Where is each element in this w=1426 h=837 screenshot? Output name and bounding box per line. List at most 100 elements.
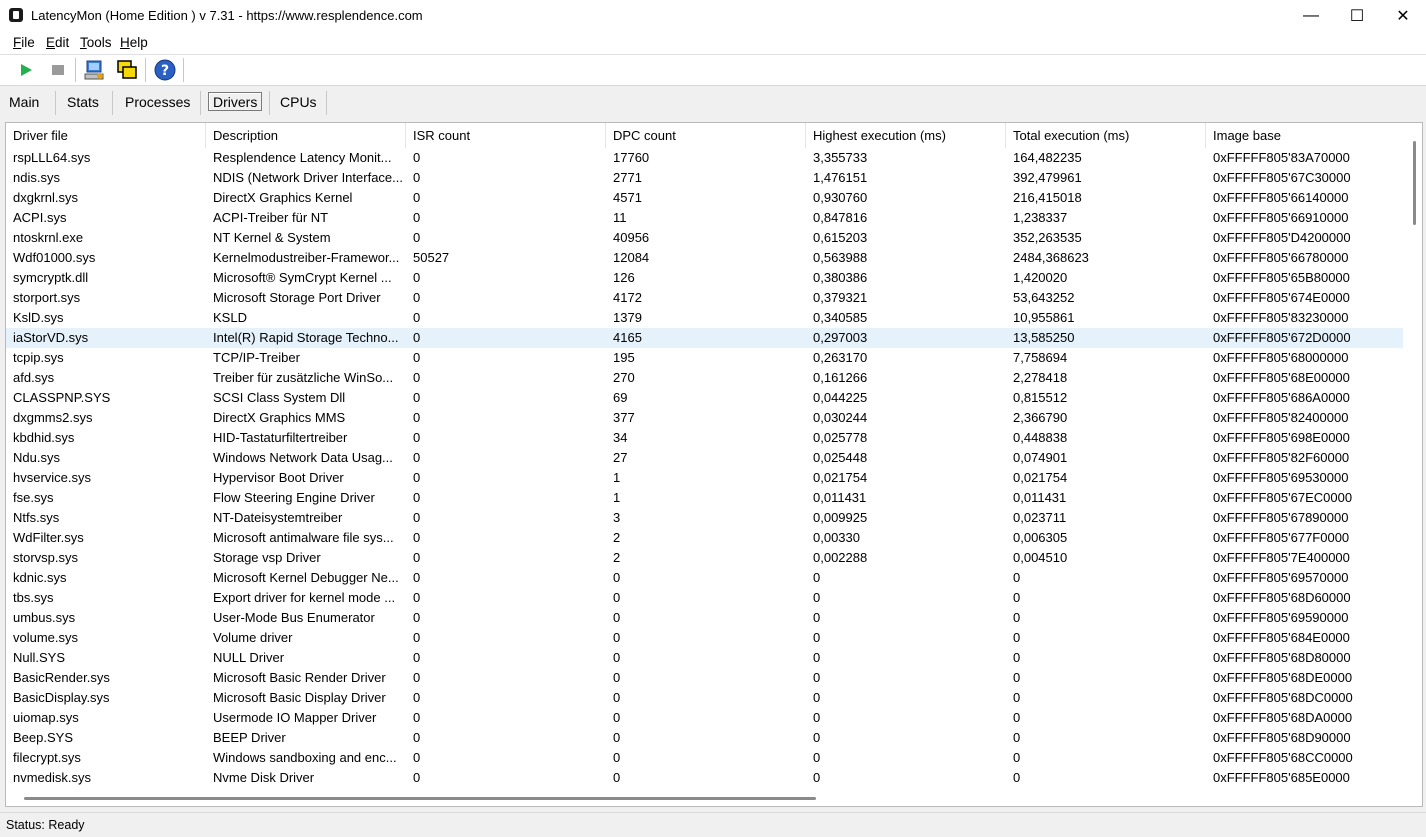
column-header-isr-count[interactable]: ISR count bbox=[406, 123, 606, 148]
close-button[interactable]: ✕ bbox=[1380, 0, 1426, 32]
vertical-scroll-thumb[interactable] bbox=[1413, 141, 1416, 225]
table-row[interactable]: storport.sys Microsoft Storage Port Drive… bbox=[6, 288, 1403, 308]
menu-bar: File Edit Tools Help bbox=[0, 32, 1426, 55]
table-row[interactable]: Ntfs.sys NT-Dateisystemtreiber 0 3 0,009925 0… bbox=[6, 508, 1403, 528]
stop-icon[interactable] bbox=[46, 58, 70, 82]
table-row[interactable]: BasicDisplay.sys Microsoft Basic Display … bbox=[6, 688, 1403, 708]
window-title: LatencyMon (Home Edition ) v 7.31 - http… bbox=[31, 8, 423, 23]
cell-image-base: 0xFFFFF805'7E400000 bbox=[1213, 550, 1350, 565]
cell-image-base: 0xFFFFF805'68D80000 bbox=[1213, 650, 1351, 665]
cell-description: Export driver for kernel mode ... bbox=[213, 590, 396, 605]
cell-total-execution: 1,238337 bbox=[1013, 210, 1068, 225]
cell-isr-count: 0 bbox=[413, 370, 421, 385]
cell-highest-execution: 1,476151 bbox=[813, 170, 868, 185]
cell-image-base: 0xFFFFF805'68DC0000 bbox=[1213, 690, 1353, 705]
table-row[interactable]: ndis.sys NDIS (Network Driver Interface..… bbox=[6, 168, 1403, 188]
windows-icon[interactable] bbox=[115, 58, 139, 82]
menu-edit[interactable]: Edit bbox=[46, 35, 69, 50]
cell-image-base: 0xFFFFF805'68E00000 bbox=[1213, 370, 1350, 385]
tab-stats[interactable]: Stats bbox=[67, 94, 99, 110]
table-row[interactable]: CLASSPNP.SYS SCSI Class System Dll 0 69 0,04… bbox=[6, 388, 1403, 408]
column-header-driver-file[interactable]: Driver file bbox=[6, 123, 206, 148]
table-row[interactable]: ACPI.sys ACPI-Treiber für NT 0 11 0,847816 1,… bbox=[6, 208, 1403, 228]
table-row[interactable]: BasicRender.sys Microsoft Basic Render Dr… bbox=[6, 668, 1403, 688]
cell-driver-file: tbs.sys bbox=[13, 590, 54, 605]
cell-dpc-count: 0 bbox=[613, 750, 621, 765]
table-row[interactable]: dxgmms2.sys DirectX Graphics MMS 0 377 0,030… bbox=[6, 408, 1403, 428]
cell-dpc-count: 4172 bbox=[613, 290, 642, 305]
cell-driver-file: ACPI.sys bbox=[13, 210, 67, 225]
maximize-button[interactable]: ☐ bbox=[1334, 0, 1380, 32]
cell-driver-file: CLASSPNP.SYS bbox=[13, 390, 111, 405]
play-icon[interactable] bbox=[14, 58, 38, 82]
cell-description: Flow Steering Engine Driver bbox=[213, 490, 375, 505]
table-row[interactable]: Null.SYS NULL Driver 0 0 0 0 0xFFFFF805'68D800… bbox=[6, 648, 1403, 668]
tab-processes[interactable]: Processes bbox=[125, 94, 190, 110]
cell-driver-file: filecrypt.sys bbox=[13, 750, 81, 765]
cell-dpc-count: 40956 bbox=[613, 230, 650, 245]
tab-drivers[interactable]: Drivers bbox=[208, 92, 263, 111]
vertical-scrollbar[interactable] bbox=[1405, 123, 1422, 791]
cell-isr-count: 0 bbox=[413, 410, 421, 425]
cell-description: HID-Tastaturfiltertreiber bbox=[213, 430, 348, 445]
help-icon[interactable]: ? bbox=[153, 58, 177, 82]
cell-highest-execution: 0,847816 bbox=[813, 210, 868, 225]
cell-dpc-count: 4165 bbox=[613, 330, 642, 345]
horizontal-scroll-thumb[interactable] bbox=[24, 797, 816, 800]
cell-isr-count: 0 bbox=[413, 550, 421, 565]
drivers-table[interactable]: Driver file Description ISR count DPC co… bbox=[5, 122, 1423, 807]
table-row[interactable]: kbdhid.sys HID-Tastaturfiltertreiber 0 34 0,… bbox=[6, 428, 1403, 448]
cell-dpc-count: 0 bbox=[613, 770, 621, 785]
table-row[interactable]: umbus.sys User-Mode Bus Enumerator 0 0 0 0 0xF… bbox=[6, 608, 1403, 628]
cell-dpc-count: 27 bbox=[613, 450, 628, 465]
column-header-image-base[interactable]: Image base bbox=[1206, 123, 1406, 148]
table-row[interactable]: iaStorVD.sys Intel(R) Rapid Storage Techn… bbox=[6, 328, 1403, 348]
table-row[interactable]: KslD.sys KSLD 0 1379 0,340585 10,955861 0xFFFF… bbox=[6, 308, 1403, 328]
table-row[interactable]: rspLLL64.sys Resplendence Latency Monit..… bbox=[6, 148, 1403, 168]
cell-highest-execution: 0,263170 bbox=[813, 350, 868, 365]
menu-help[interactable]: Help bbox=[120, 35, 148, 50]
table-row[interactable]: Ndu.sys Windows Network Data Usag... 0 27 0,… bbox=[6, 448, 1403, 468]
table-row[interactable]: tbs.sys Export driver for kernel mode ...… bbox=[6, 588, 1403, 608]
cell-highest-execution: 0,009925 bbox=[813, 510, 868, 525]
table-row[interactable]: ntoskrnl.exe NT Kernel & System 0 40956 0,61… bbox=[6, 228, 1403, 248]
table-row[interactable]: uiomap.sys Usermode IO Mapper Driver 0 0 0 0 0… bbox=[6, 708, 1403, 728]
cell-description: Windows Network Data Usag... bbox=[213, 450, 393, 465]
cell-image-base: 0xFFFFF805'68000000 bbox=[1213, 350, 1349, 365]
column-header-description[interactable]: Description bbox=[206, 123, 406, 148]
cell-driver-file: BasicRender.sys bbox=[13, 670, 110, 685]
table-row[interactable]: WdFilter.sys Microsoft antimalware file s… bbox=[6, 528, 1403, 548]
table-row[interactable]: tcpip.sys TCP/IP-Treiber 0 195 0,263170 7,758… bbox=[6, 348, 1403, 368]
cell-image-base: 0xFFFFF805'685E0000 bbox=[1213, 770, 1350, 785]
cell-highest-execution: 0,380386 bbox=[813, 270, 868, 285]
table-row[interactable]: nvmedisk.sys Nvme Disk Driver 0 0 0 0 0xFFFFF8… bbox=[6, 768, 1403, 788]
table-row[interactable]: fse.sys Flow Steering Engine Driver 0 1 0,01… bbox=[6, 488, 1403, 508]
tab-cpus[interactable]: CPUs bbox=[280, 94, 317, 110]
table-row[interactable]: filecrypt.sys Windows sandboxing and enc.… bbox=[6, 748, 1403, 768]
table-row[interactable]: hvservice.sys Hypervisor Boot Driver 0 1 0,0… bbox=[6, 468, 1403, 488]
minimize-button[interactable]: — bbox=[1288, 0, 1334, 32]
table-row[interactable]: volume.sys Volume driver 0 0 0 0 0xFFFFF805'68… bbox=[6, 628, 1403, 648]
cell-isr-count: 0 bbox=[413, 450, 421, 465]
cell-isr-count: 0 bbox=[413, 310, 421, 325]
cell-dpc-count: 1379 bbox=[613, 310, 642, 325]
cell-description: Windows sandboxing and enc... bbox=[213, 750, 397, 765]
table-row[interactable]: Beep.SYS BEEP Driver 0 0 0 0 0xFFFFF805'68D900… bbox=[6, 728, 1403, 748]
cell-highest-execution: 0 bbox=[813, 570, 821, 585]
menu-tools[interactable]: Tools bbox=[80, 35, 112, 50]
column-header-total-execution[interactable]: Total execution (ms) bbox=[1006, 123, 1206, 148]
table-row[interactable]: Wdf01000.sys Kernelmodustreiber-Framewor.… bbox=[6, 248, 1403, 268]
computer-icon[interactable] bbox=[83, 58, 107, 82]
table-row[interactable]: kdnic.sys Microsoft Kernel Debugger Ne...… bbox=[6, 568, 1403, 588]
table-row[interactable]: afd.sys Treiber für zusätzliche WinSo... 0… bbox=[6, 368, 1403, 388]
column-header-dpc-count[interactable]: DPC count bbox=[606, 123, 806, 148]
tab-main[interactable]: Main bbox=[9, 94, 39, 110]
table-row[interactable]: dxgkrnl.sys DirectX Graphics Kernel 0 4571 0… bbox=[6, 188, 1403, 208]
menu-file[interactable]: File bbox=[13, 35, 35, 50]
horizontal-scrollbar[interactable] bbox=[6, 791, 1420, 806]
table-row[interactable]: symcryptk.dll Microsoft® SymCrypt Kernel … bbox=[6, 268, 1403, 288]
cell-dpc-count: 34 bbox=[613, 430, 628, 445]
cell-dpc-count: 2 bbox=[613, 550, 621, 565]
column-header-highest-execution[interactable]: Highest execution (ms) bbox=[806, 123, 1006, 148]
table-row[interactable]: storvsp.sys Storage vsp Driver 0 2 0,002288 0… bbox=[6, 548, 1403, 568]
